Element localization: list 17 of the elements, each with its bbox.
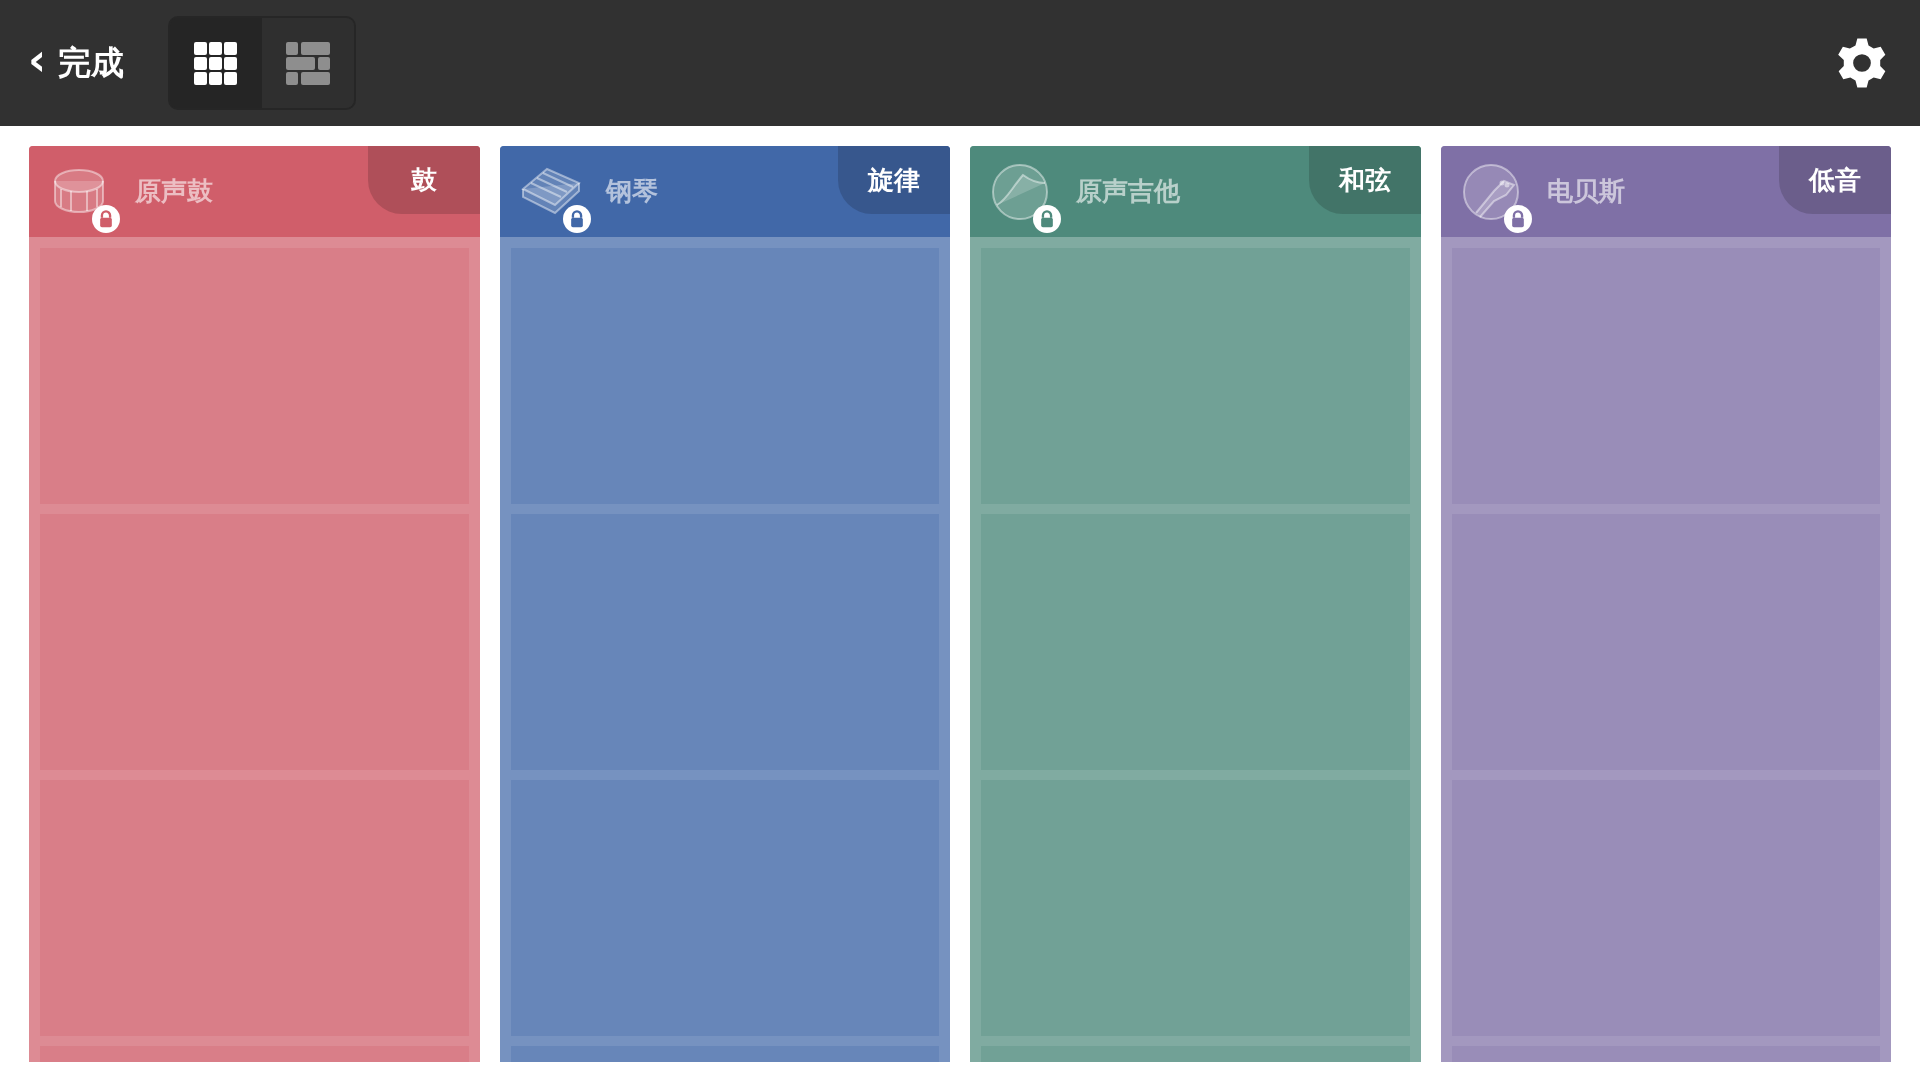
track-header[interactable]: 原声吉他 和弦 xyxy=(970,146,1421,237)
grid-icon xyxy=(194,41,239,85)
grid-view-button[interactable] xyxy=(170,18,263,108)
instrument-name: 钢琴 xyxy=(605,175,658,208)
category-tag: 和弦 xyxy=(1308,146,1421,214)
list-view-button[interactable] xyxy=(262,18,355,108)
instrument-name: 原声鼓 xyxy=(135,175,213,208)
list-icon xyxy=(286,41,331,85)
category-tag: 低音 xyxy=(1779,146,1891,214)
instrument-name: 电贝斯 xyxy=(1546,175,1625,208)
back-button[interactable]: ‹ 完成 xyxy=(28,40,125,86)
category-tag: 鼓 xyxy=(367,146,480,214)
track-header[interactable]: 钢琴 旋律 xyxy=(499,146,950,237)
track-header[interactable]: 原声鼓 鼓 xyxy=(29,146,480,237)
instrument-name: 原声吉他 xyxy=(1076,175,1180,208)
track-header[interactable]: 电贝斯 低音 xyxy=(1440,146,1891,237)
category-tag: 旋律 xyxy=(838,146,950,214)
